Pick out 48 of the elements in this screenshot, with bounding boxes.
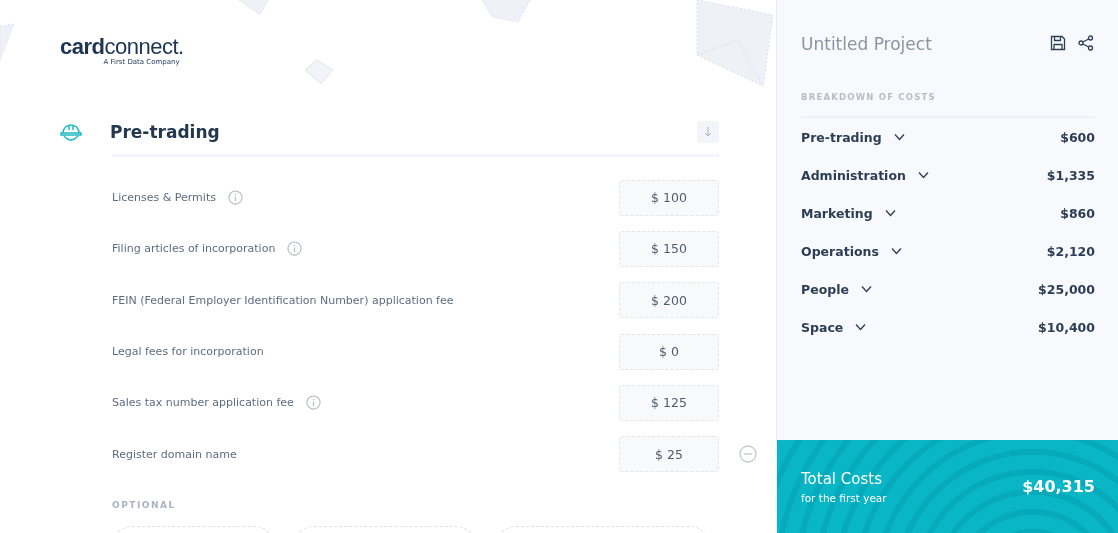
category-toggle[interactable]: Operations: [801, 243, 902, 259]
amount-field[interactable]: $ 0: [619, 333, 719, 370]
amount-field[interactable]: $ 125: [619, 384, 719, 421]
category-toggle[interactable]: People: [801, 281, 872, 297]
chevron-icon: [855, 323, 867, 331]
down-arrow-icon: [704, 127, 712, 137]
cost-label: Filing articles of incorporation: [112, 242, 276, 256]
download-button[interactable]: [697, 121, 719, 143]
info-icon[interactable]: [227, 190, 243, 206]
optional-heading: OPTIONAL: [112, 499, 177, 510]
amount-field[interactable]: $ 200: [619, 282, 719, 319]
cost-label: Sales tax number application fee: [112, 396, 294, 410]
amount-field[interactable]: $ 25: [619, 436, 719, 473]
section-title: Pre-trading: [110, 122, 221, 142]
remove-icon[interactable]: [738, 445, 757, 464]
category-amount: $25,000: [1038, 281, 1095, 297]
category-amount: $10,400: [1038, 319, 1095, 335]
cost-label: Register domain name: [112, 447, 237, 461]
chevron-icon: [893, 133, 905, 141]
share-button[interactable]: [1077, 35, 1095, 53]
hard-hat-icon: [60, 121, 82, 143]
cube-shape-drawing: [303, 58, 335, 86]
total-subtitle: for the first year: [801, 491, 888, 504]
category-toggle[interactable]: Marketing: [801, 205, 896, 221]
info-icon[interactable]: [305, 395, 321, 411]
project-title: Untitled Project: [801, 34, 933, 54]
cost-label: Legal fees for incorporation: [112, 345, 264, 359]
category-toggle[interactable]: Space: [801, 319, 867, 335]
amount-field[interactable]: $ 150: [619, 230, 719, 267]
total-label: Total Costs: [801, 469, 883, 488]
category-amount: $860: [1060, 205, 1095, 221]
total-amount: $40,315: [1022, 477, 1095, 496]
save-button[interactable]: [1049, 35, 1067, 53]
info-icon[interactable]: [287, 241, 303, 257]
category-amount: $2,120: [1046, 243, 1095, 259]
chevron-icon: [884, 209, 896, 217]
chevron-icon: [890, 247, 902, 255]
breakdown-heading: BREAKDOWN OF COSTS: [801, 92, 1095, 118]
category-amount: $600: [1060, 129, 1095, 145]
amount-field[interactable]: $ 100: [619, 179, 719, 216]
logo-wordmark: cardconnect.: [60, 36, 184, 58]
chevron-icon: [917, 171, 929, 179]
category-amount: $1,335: [1046, 167, 1095, 183]
cost-label: Licenses & Permits: [112, 191, 216, 205]
cost-label: FEIN (Federal Employer Identification Number) application fee: [112, 293, 454, 307]
chevron-icon: [860, 285, 872, 293]
category-toggle[interactable]: Administration: [801, 167, 929, 183]
category-toggle[interactable]: Pre-trading: [801, 129, 905, 145]
